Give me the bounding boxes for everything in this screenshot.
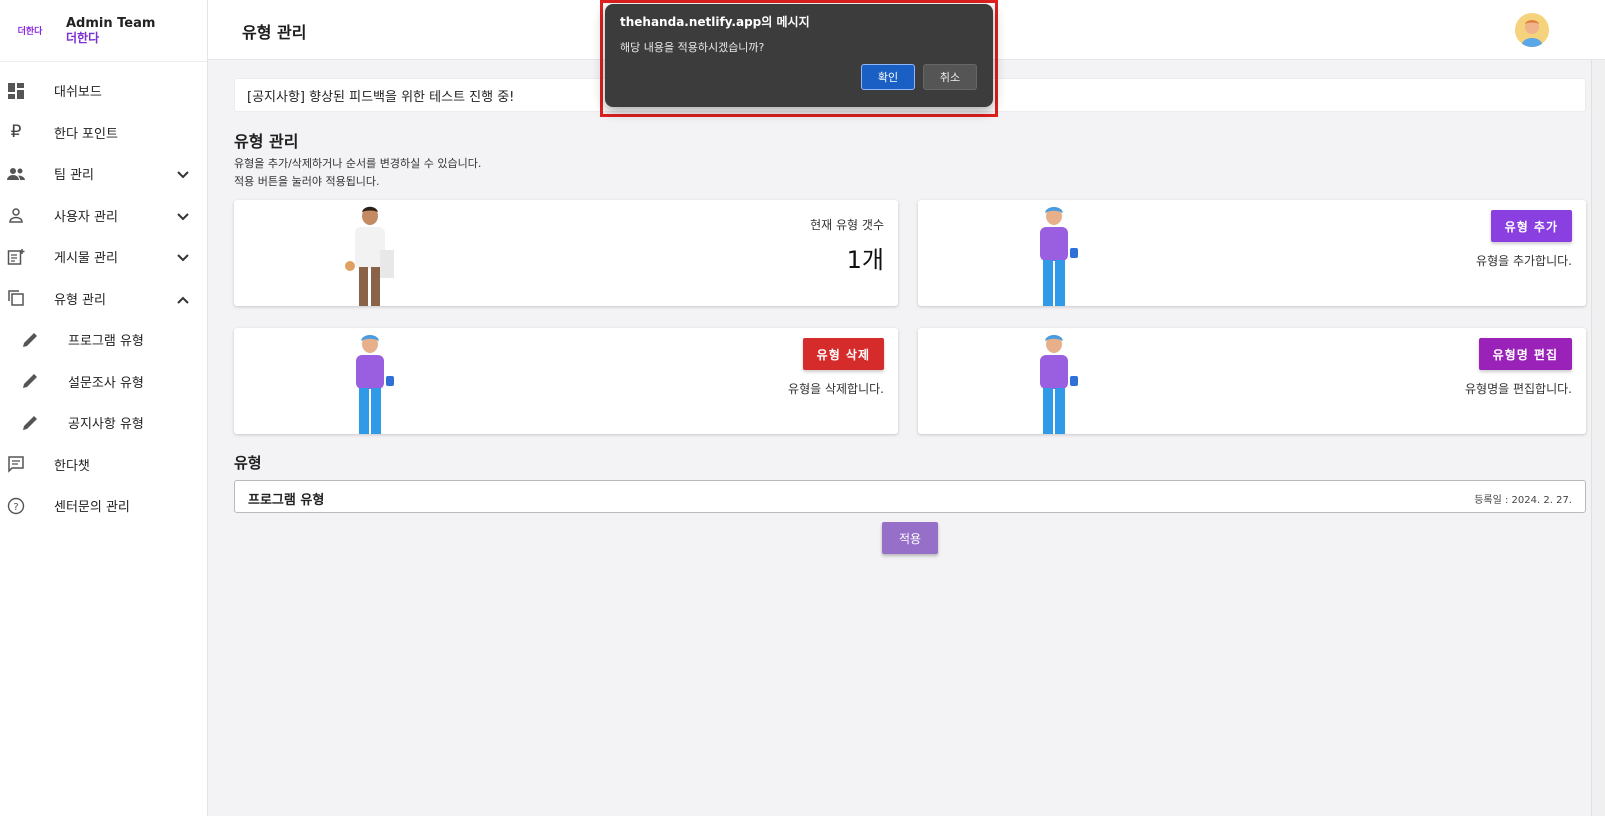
add-type-button[interactable]: 유형 추가 xyxy=(1490,210,1572,242)
chat-icon xyxy=(6,454,26,474)
page-title: 유형 관리 xyxy=(242,23,307,42)
sidebar: 더한다 Admin Team 더한다 대쉬보드 ₽ 한다 포인트 팀 관리 사용… xyxy=(0,0,208,816)
copy-icon xyxy=(6,288,26,308)
delete-type-description: 유형을 삭제합니다. xyxy=(788,382,884,396)
sidebar-item-label: 게시물 관리 xyxy=(54,251,118,267)
person-illustration xyxy=(1040,335,1078,434)
sidebar-item-label: 팀 관리 xyxy=(54,168,95,184)
add-type-description: 유형을 추가합니다. xyxy=(1476,254,1572,268)
sidebar-item-dashboard[interactable]: 대쉬보드 xyxy=(0,70,207,112)
pencil-icon xyxy=(20,413,40,433)
dialog-title: thehanda.netlify.app의 메시지 xyxy=(620,15,810,29)
people-icon xyxy=(6,164,26,184)
section-description: 유형을 추가/삭제하거나 순서를 변경하실 수 있습니다. xyxy=(234,157,482,170)
chevron-down-icon[interactable] xyxy=(177,164,189,183)
brand[interactable]: 더한다 Admin Team 더한다 xyxy=(0,0,207,62)
type-count-value: 1개 xyxy=(846,246,884,274)
sidebar-item-label: 한다챗 xyxy=(54,458,90,474)
chevron-down-icon[interactable] xyxy=(177,247,189,266)
dialog-cancel-button[interactable]: 취소 xyxy=(923,64,977,90)
sidebar-nav: 대쉬보드 ₽ 한다 포인트 팀 관리 사용자 관리 게시물 관리 유형 관리 프… xyxy=(0,62,207,527)
sidebar-item-label: 공지사항 유형 xyxy=(68,417,144,433)
sidebar-item-type-management[interactable]: 유형 관리 xyxy=(0,278,207,320)
edit-type-description: 유형명을 편집합니다. xyxy=(1465,382,1572,396)
delete-type-button[interactable]: 유형 삭제 xyxy=(802,338,884,370)
dialog-ok-button[interactable]: 확인 xyxy=(861,64,915,90)
sidebar-item-center-inquiry[interactable]: ? 센터문의 관리 xyxy=(0,485,207,527)
svg-text:?: ? xyxy=(13,502,18,513)
person-illustration xyxy=(345,206,394,306)
ruble-icon: ₽ xyxy=(10,122,22,143)
edit-type-name-button[interactable]: 유형명 편집 xyxy=(1478,338,1572,370)
sidebar-item-label: 대쉬보드 xyxy=(54,85,102,101)
add-type-card: 유형 추가 유형을 추가합니다. xyxy=(918,200,1586,306)
edit-type-card: 유형명 편집 유형명을 편집합니다. xyxy=(918,328,1586,434)
type-registered-date: 등록일 : 2024. 2. 27. xyxy=(1474,495,1572,506)
type-list-heading: 유형 xyxy=(234,454,262,472)
brand-logo: 더한다 xyxy=(17,27,43,37)
sidebar-item-survey-type[interactable]: 설문조사 유형 xyxy=(0,361,207,403)
sidebar-item-users[interactable]: 사용자 관리 xyxy=(0,195,207,237)
sidebar-item-label: 한다 포인트 xyxy=(54,126,118,142)
sidebar-item-notice-type[interactable]: 공지사항 유형 xyxy=(0,402,207,444)
scrollbar[interactable] xyxy=(1591,60,1605,816)
type-row[interactable]: 프로그램 유형 등록일 : 2024. 2. 27. xyxy=(234,480,1586,513)
person-illustration xyxy=(356,335,394,434)
chevron-down-icon[interactable] xyxy=(177,206,189,225)
sidebar-item-program-type[interactable]: 프로그램 유형 xyxy=(0,319,207,361)
brand-title: Admin Team xyxy=(66,15,156,31)
dialog-message: 해당 내용을 적용하시겠습니까? xyxy=(620,41,765,54)
person-icon xyxy=(6,205,26,225)
pencil-icon xyxy=(20,330,40,350)
sidebar-item-label: 유형 관리 xyxy=(54,292,106,308)
avatar[interactable] xyxy=(1515,13,1549,47)
type-count-card: 현재 유형 갯수 1개 xyxy=(234,200,898,306)
section-title: 유형 관리 xyxy=(234,132,299,151)
pencil-icon xyxy=(20,371,40,391)
sidebar-item-posts[interactable]: 게시물 관리 xyxy=(0,236,207,278)
sidebar-item-label: 사용자 관리 xyxy=(54,209,118,225)
sidebar-item-team[interactable]: 팀 관리 xyxy=(0,153,207,195)
chevron-up-icon[interactable] xyxy=(177,289,189,308)
sidebar-item-handa-chat[interactable]: 한다챗 xyxy=(0,444,207,486)
brand-subtitle: 더한다 xyxy=(66,30,100,45)
confirm-dialog: thehanda.netlify.app의 메시지 해당 내용을 적용하시겠습니… xyxy=(605,4,993,107)
apply-button[interactable]: 적용 xyxy=(882,522,938,554)
help-icon: ? xyxy=(6,496,26,516)
sidebar-item-label: 설문조사 유형 xyxy=(68,375,144,391)
sidebar-item-label: 프로그램 유형 xyxy=(68,334,144,350)
sidebar-item-handa-point[interactable]: ₽ 한다 포인트 xyxy=(0,112,207,154)
section-description: 적용 버튼을 눌러야 적용됩니다. xyxy=(234,175,380,188)
type-count-label: 현재 유형 갯수 xyxy=(810,218,884,232)
type-name: 프로그램 유형 xyxy=(248,493,325,508)
post-add-icon xyxy=(6,247,26,267)
delete-type-card: 유형 삭제 유형을 삭제합니다. xyxy=(234,328,898,434)
person-illustration xyxy=(1040,207,1078,306)
sidebar-item-label: 센터문의 관리 xyxy=(54,500,130,516)
dashboard-icon xyxy=(6,81,26,101)
